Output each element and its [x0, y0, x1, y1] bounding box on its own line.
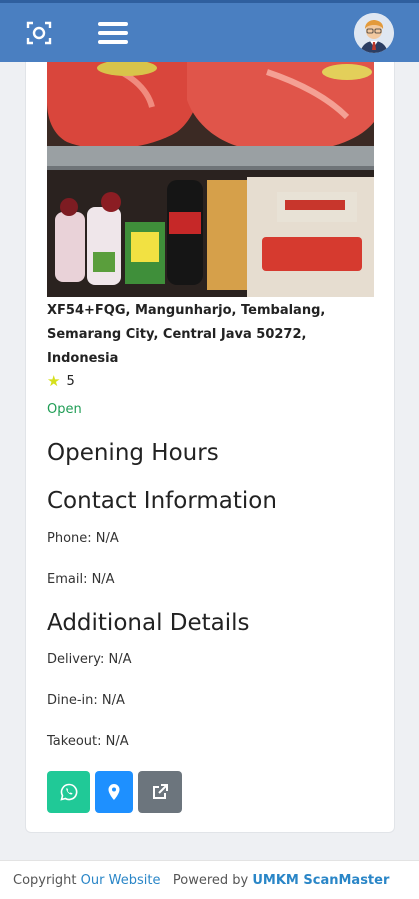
- top-navbar: [0, 0, 419, 62]
- open-external-button[interactable]: [138, 771, 182, 813]
- whatsapp-button[interactable]: [47, 771, 90, 813]
- phone-text: Phone: N/A: [47, 531, 119, 546]
- user-avatar[interactable]: [354, 13, 394, 53]
- scan-icon[interactable]: [26, 20, 52, 46]
- store-shelf-photo: [47, 62, 374, 297]
- contact-information-heading: Contact Information: [47, 488, 277, 514]
- brand-link[interactable]: UMKM ScanMaster: [252, 873, 389, 888]
- delivery-text: Delivery: N/A: [47, 652, 132, 667]
- map-button[interactable]: [95, 771, 133, 813]
- external-link-icon: [153, 784, 168, 799]
- powered-by-text: Powered by: [172, 872, 249, 888]
- rating: ★ 5: [47, 372, 75, 390]
- additional-details-heading: Additional Details: [47, 610, 250, 636]
- email-text: Email: N/A: [47, 572, 115, 587]
- takeout-text: Takeout: N/A: [47, 734, 129, 749]
- page-footer: Copyright Our Website Powered by UMKM Sc…: [0, 860, 419, 899]
- action-buttons: [47, 771, 182, 813]
- dine-in-text: Dine-in: N/A: [47, 693, 125, 708]
- opening-hours-heading: Opening Hours: [47, 440, 219, 466]
- website-link[interactable]: Our Website: [81, 873, 161, 888]
- hamburger-menu-icon[interactable]: [98, 22, 128, 46]
- copyright-text: Copyright: [13, 872, 77, 888]
- status-badge: Open: [47, 402, 82, 417]
- map-marker-icon: [108, 784, 120, 800]
- store-detail-card: XF54+FQG, Mangunharjo, Tembalang, Semara…: [25, 62, 395, 833]
- whatsapp-icon: [59, 783, 77, 801]
- star-icon: ★: [47, 372, 61, 390]
- store-address: XF54+FQG, Mangunharjo, Tembalang, Semara…: [47, 303, 326, 366]
- rating-value: 5: [66, 374, 75, 389]
